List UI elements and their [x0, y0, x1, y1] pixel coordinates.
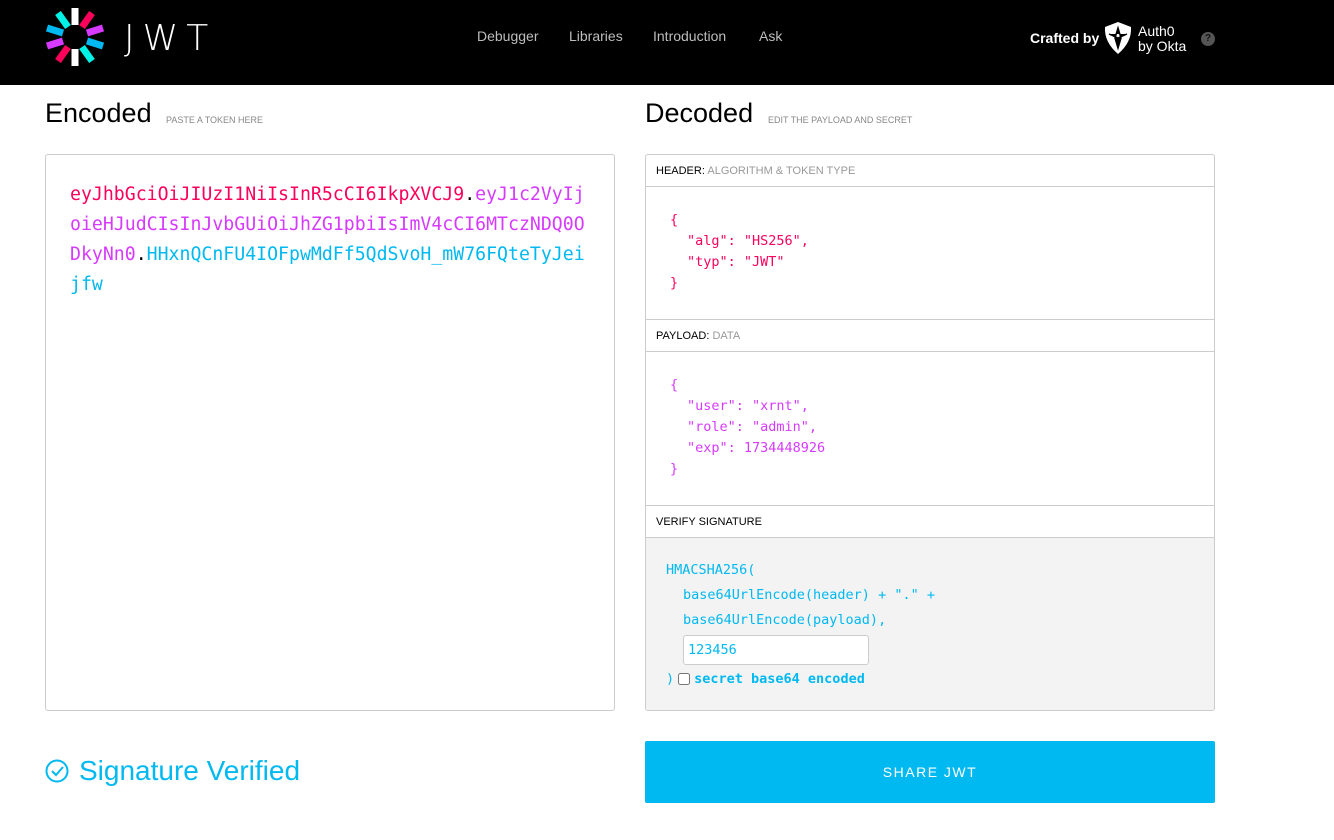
header-line-typ: "typ": "JWT"	[687, 254, 785, 270]
encoded-token-input[interactable]: eyJhbGciOiJIUzI1NiIsInR5cCI6IkpXVCJ9.eyJ…	[45, 154, 615, 711]
top-nav: JWT Debugger Libraries Introduction Ask …	[0, 0, 1334, 85]
encoded-title: Encoded	[45, 98, 152, 128]
header-sublabel: ALGORITHM & TOKEN TYPE	[707, 165, 856, 177]
base64-checkbox-label[interactable]: secret base64 encoded	[694, 671, 865, 687]
header-section-label: HEADER: ALGORITHM & TOKEN TYPE	[646, 155, 1214, 187]
logo-text: JWT	[124, 18, 217, 59]
token-signature: HHxnQCnFU4IOFpwMdFf5QdSvoH_mW76FQteTyJei…	[70, 244, 585, 295]
payload-editor[interactable]: { "user": "xrnt", "role": "admin", "exp"…	[646, 352, 1214, 506]
header-editor[interactable]: { "alg": "HS256", "typ": "JWT" }	[646, 187, 1214, 320]
token-dot: .	[464, 184, 476, 205]
secret-input[interactable]	[683, 635, 869, 665]
base64-checkbox[interactable]	[678, 673, 691, 685]
signature-status-text: Signature Verified	[79, 755, 301, 786]
header-label: HEADER:	[656, 165, 705, 177]
brace-close: }	[670, 275, 679, 291]
encoded-subtitle: PASTE A TOKEN HERE	[166, 115, 264, 125]
auth0-brand[interactable]: Auth0 by Okta	[1138, 24, 1186, 54]
jwt-logo-icon[interactable]	[44, 6, 106, 68]
token-dot: .	[135, 244, 147, 265]
nav-libraries[interactable]: Libraries	[569, 28, 623, 44]
payload-label: PAYLOAD:	[656, 330, 710, 342]
decoded-panel: HEADER: ALGORITHM & TOKEN TYPE { "alg": …	[645, 154, 1215, 711]
header-line-alg: "alg": "HS256",	[687, 233, 809, 249]
auth0-shield-icon[interactable]	[1104, 22, 1132, 54]
brace-open: {	[670, 212, 679, 228]
payload-line-role: "role": "admin",	[687, 419, 818, 435]
brand-line2: by Okta	[1138, 38, 1187, 54]
verify-signature-body: HMACSHA256( base64UrlEncode(header) + ".…	[646, 538, 1214, 710]
share-jwt-button[interactable]: SHARE JWT	[645, 741, 1215, 803]
payload-line-exp: "exp": 1734448926	[687, 440, 826, 456]
decoded-title: Decoded	[645, 98, 754, 128]
nav-ask[interactable]: Ask	[759, 28, 782, 44]
verify-fn: HMACSHA256(	[666, 562, 756, 578]
crafted-by-label: Crafted by	[1030, 30, 1100, 46]
verify-line2: base64UrlEncode(payload),	[683, 612, 887, 628]
nav-debugger[interactable]: Debugger	[477, 28, 539, 44]
payload-line-user: "user": "xrnt",	[687, 398, 809, 414]
brace-close: }	[670, 461, 679, 477]
verify-close: )	[666, 671, 675, 687]
check-circle-icon	[45, 759, 69, 783]
decoded-subtitle: EDIT THE PAYLOAD AND SECRET	[768, 115, 913, 125]
brand-line1: Auth0	[1138, 23, 1175, 39]
signature-status: Signature Verified	[45, 755, 300, 787]
payload-section-label: PAYLOAD: DATA	[646, 320, 1214, 352]
brace-open: {	[670, 377, 679, 393]
token-header: eyJhbGciOiJIUzI1NiIsInR5cCI6IkpXVCJ9	[70, 184, 465, 205]
verify-line1: base64UrlEncode(header) + "." +	[683, 587, 935, 603]
help-icon[interactable]: ?	[1201, 32, 1215, 46]
verify-section-label: VERIFY SIGNATURE	[646, 506, 1214, 538]
payload-sublabel: DATA	[712, 330, 741, 342]
nav-introduction[interactable]: Introduction	[653, 28, 726, 44]
